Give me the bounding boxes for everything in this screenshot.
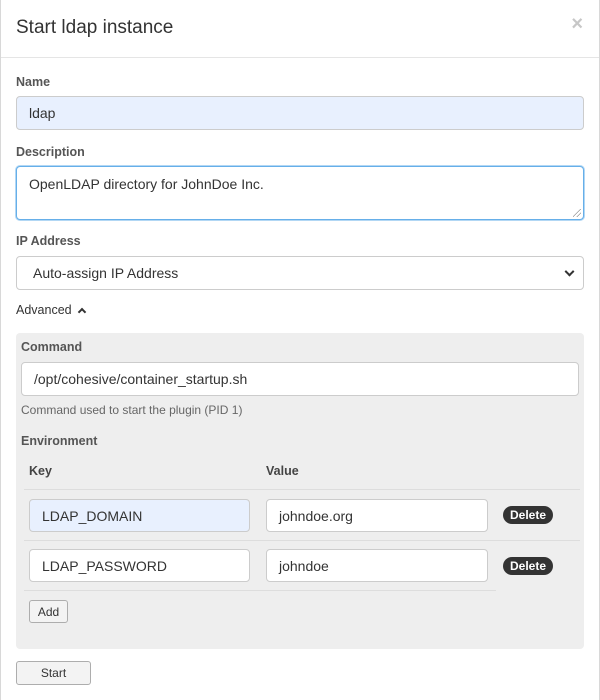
- table-divider: [24, 590, 496, 591]
- command-help-text: Command used to start the plugin (PID 1): [21, 403, 243, 417]
- add-env-button[interactable]: Add: [29, 600, 68, 623]
- key-column-header: Key: [29, 464, 52, 478]
- env-value-input[interactable]: johndoe: [266, 549, 488, 582]
- chevron-up-icon: [77, 307, 86, 317]
- table-divider: [24, 540, 580, 541]
- env-value-value: johndoe.org: [279, 507, 353, 524]
- env-key-input[interactable]: LDAP_DOMAIN: [29, 499, 250, 532]
- env-value-input[interactable]: johndoe.org: [266, 499, 488, 532]
- table-divider: [24, 489, 580, 490]
- description-textarea[interactable]: OpenLDAP directory for JohnDoe Inc.: [16, 166, 584, 220]
- command-input[interactable]: /opt/cohesive/container_startup.sh: [21, 362, 579, 396]
- description-textarea-value: OpenLDAP directory for JohnDoe Inc.: [29, 176, 264, 192]
- env-key-value: LDAP_DOMAIN: [42, 507, 143, 524]
- delete-button[interactable]: Delete: [503, 557, 553, 575]
- env-key-input[interactable]: LDAP_PASSWORD: [29, 549, 250, 582]
- delete-button[interactable]: Delete: [503, 506, 553, 524]
- resize-handle-icon[interactable]: [573, 209, 581, 217]
- start-instance-modal: Start ldap instance × Name ldap Descript…: [0, 0, 600, 700]
- modal-title: Start ldap instance: [16, 17, 174, 38]
- start-button[interactable]: Start: [16, 661, 91, 685]
- environment-label: Environment: [21, 434, 98, 448]
- description-label: Description: [16, 145, 85, 159]
- env-key-value: LDAP_PASSWORD: [42, 557, 167, 574]
- ip-address-selected-value: Auto-assign IP Address: [33, 265, 179, 281]
- name-label: Name: [16, 75, 51, 89]
- advanced-toggle-label: Advanced: [16, 303, 72, 317]
- command-label: Command: [21, 340, 83, 354]
- command-input-value: /opt/cohesive/container_startup.sh: [34, 371, 248, 387]
- ip-address-label: IP Address: [16, 234, 81, 248]
- modal-header: Start ldap instance ×: [1, 0, 599, 58]
- advanced-toggle[interactable]: Advanced: [16, 303, 86, 317]
- ip-address-select[interactable]: Auto-assign IP Address: [16, 256, 584, 290]
- name-input[interactable]: ldap: [16, 96, 584, 130]
- close-icon[interactable]: ×: [571, 12, 583, 36]
- advanced-panel: Command /opt/cohesive/container_startup.…: [16, 333, 584, 649]
- env-value-value: johndoe: [279, 557, 329, 574]
- chevron-down-icon: [564, 266, 575, 277]
- name-input-value: ldap: [29, 105, 56, 121]
- value-column-header: Value: [266, 464, 299, 478]
